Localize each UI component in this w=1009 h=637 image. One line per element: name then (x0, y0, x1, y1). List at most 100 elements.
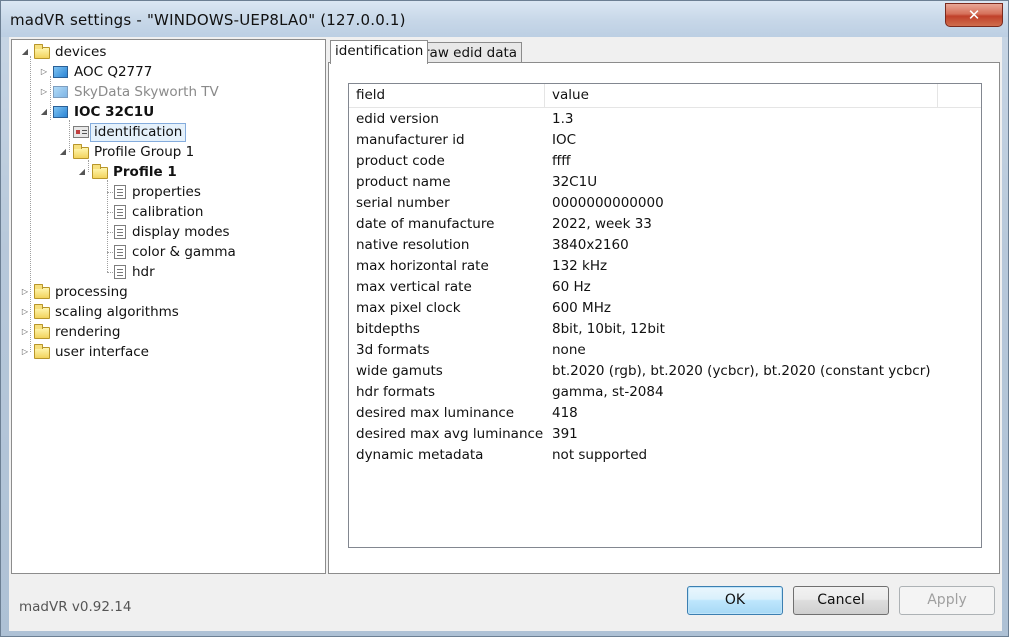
edid-field-list[interactable]: field value edid version 1.3 manufacturer … (348, 83, 982, 548)
field-cell: max horizontal rate (356, 258, 489, 274)
tree-item-label: hdr (132, 264, 155, 280)
tree-item-display-modes[interactable]: display modes (12, 222, 325, 242)
tree-item-aoc-q2777[interactable]: ▷ AOC Q2777 (12, 62, 325, 82)
value-cell: IOC (552, 132, 577, 148)
tree-item-color-gamma[interactable]: color & gamma (12, 242, 325, 262)
collapse-arrow-icon[interactable]: ▷ (39, 67, 49, 77)
tree-item-label: AOC Q2777 (74, 64, 153, 80)
folder-icon (34, 344, 50, 359)
tree-item-label: color & gamma (132, 244, 236, 260)
collapse-arrow-icon[interactable]: ▷ (20, 307, 30, 317)
tree-item-hdr[interactable]: hdr (12, 262, 325, 282)
madvr-settings-window: madVR settings - "WINDOWS-UEP8LA0" (127.… (0, 0, 1009, 637)
field-cell: native resolution (356, 237, 470, 253)
value-cell: 132 kHz (552, 258, 608, 274)
tree-item-skydata[interactable]: ▷ SkyData Skyworth TV (12, 82, 325, 102)
version-label: madVR v0.92.14 (19, 599, 132, 615)
tree-item-label: user interface (55, 344, 149, 360)
tree-item-label: scaling algorithms (55, 304, 179, 320)
tab-raw-edid-data[interactable]: raw edid data (419, 42, 523, 64)
expand-arrow-icon[interactable]: ◢ (58, 147, 68, 157)
tree-item-ioc-32c1u[interactable]: ◢ IOC 32C1U (12, 102, 325, 122)
table-row[interactable]: max vertical rate 60 Hz (349, 277, 981, 298)
table-row[interactable]: serial number 0000000000000 (349, 193, 981, 214)
table-row[interactable]: 3d formats none (349, 340, 981, 361)
table-row[interactable]: desired max luminance 418 (349, 403, 981, 424)
field-cell: desired max avg luminance (356, 426, 544, 442)
tree-item-label: calibration (132, 204, 204, 220)
value-cell: 3840x2160 (552, 237, 629, 253)
tree-item-scaling-algorithms[interactable]: ▷ scaling algorithms (12, 302, 325, 322)
tree-item-label: processing (55, 284, 128, 300)
table-row[interactable]: max horizontal rate 132 kHz (349, 256, 981, 277)
tree-item-label: SkyData Skyworth TV (74, 84, 219, 100)
document-icon (114, 205, 126, 219)
cancel-button[interactable]: Cancel (793, 586, 889, 615)
table-row[interactable]: manufacturer id IOC (349, 130, 981, 151)
folder-icon (34, 324, 50, 339)
expand-arrow-icon[interactable]: ◢ (77, 167, 87, 177)
value-cell: 391 (552, 426, 578, 442)
document-icon (114, 185, 126, 199)
table-row[interactable]: product name 32C1U (349, 172, 981, 193)
table-row[interactable]: dynamic metadata not supported (349, 445, 981, 466)
collapse-arrow-icon[interactable]: ▷ (20, 287, 30, 297)
value-cell: not supported (552, 447, 648, 463)
column-header-field[interactable]: field (349, 84, 545, 107)
monitor-icon (53, 106, 68, 118)
tree-item-label: properties (132, 184, 201, 200)
tree-item-identification[interactable]: identification (12, 122, 325, 142)
tree-item-properties[interactable]: properties (12, 182, 325, 202)
value-cell: 60 Hz (552, 279, 591, 295)
value-cell: 8bit, 10bit, 12bit (552, 321, 665, 337)
collapse-arrow-icon[interactable]: ▷ (20, 347, 30, 357)
field-cell: product name (356, 174, 451, 190)
expand-arrow-icon[interactable]: ◢ (20, 47, 30, 57)
field-cell: hdr formats (356, 384, 436, 400)
tab-identification[interactable]: identification (330, 40, 429, 64)
collapse-arrow-icon[interactable]: ▷ (20, 327, 30, 337)
tree-item-label: devices (55, 44, 107, 60)
close-button[interactable]: ✕ (945, 3, 1003, 27)
value-cell: none (552, 342, 586, 358)
ok-button[interactable]: OK (687, 586, 783, 615)
table-row[interactable]: edid version 1.3 (349, 109, 981, 130)
tree-item-calibration[interactable]: calibration (12, 202, 325, 222)
table-row[interactable]: native resolution 3840x2160 (349, 235, 981, 256)
tree-item-label: rendering (55, 324, 121, 340)
tree-item-user-interface[interactable]: ▷ user interface (12, 342, 325, 362)
value-cell: 418 (552, 405, 578, 421)
apply-button: Apply (899, 586, 995, 615)
value-cell: 600 MHz (552, 300, 611, 316)
tree-item-processing[interactable]: ▷ processing (12, 282, 325, 302)
value-cell: 0000000000000 (552, 195, 664, 211)
table-row[interactable]: bitdepths 8bit, 10bit, 12bit (349, 319, 981, 340)
value-cell: ffff (552, 153, 571, 169)
title-bar[interactable]: madVR settings - "WINDOWS-UEP8LA0" (127.… (1, 1, 1008, 37)
field-cell: manufacturer id (356, 132, 465, 148)
field-cell: serial number (356, 195, 450, 211)
tree-item-devices[interactable]: ◢ devices (12, 42, 325, 62)
field-cell: bitdepths (356, 321, 420, 337)
tree-item-label: Profile 1 (113, 164, 177, 180)
value-cell: 32C1U (552, 174, 598, 190)
client-area: ◢ devices ▷ AOC Q2777 ▷ SkyData Skyworth… (9, 37, 1002, 631)
list-header: field value (349, 84, 981, 108)
collapse-arrow-icon[interactable]: ▷ (39, 87, 49, 97)
tree-item-rendering[interactable]: ▷ rendering (12, 322, 325, 342)
folder-icon (34, 44, 50, 59)
field-cell: date of manufacture (356, 216, 495, 232)
tree-item-profile-group-1[interactable]: ◢ Profile Group 1 (12, 142, 325, 162)
field-cell: product code (356, 153, 445, 169)
table-row[interactable]: date of manufacture 2022, week 33 (349, 214, 981, 235)
tree-item-label: identification (90, 123, 187, 142)
column-header-value[interactable]: value (545, 84, 938, 107)
identification-tab-page: field value edid version 1.3 manufacturer … (328, 62, 1000, 574)
tree-item-profile-1[interactable]: ◢ Profile 1 (12, 162, 325, 182)
table-row[interactable]: max pixel clock 600 MHz (349, 298, 981, 319)
table-row[interactable]: desired max avg luminance 391 (349, 424, 981, 445)
table-row[interactable]: wide gamuts bt.2020 (rgb), bt.2020 (ycbcr… (349, 361, 981, 382)
table-row[interactable]: hdr formats gamma, st-2084 (349, 382, 981, 403)
table-row[interactable]: product code ffff (349, 151, 981, 172)
expand-arrow-icon[interactable]: ◢ (39, 107, 49, 117)
